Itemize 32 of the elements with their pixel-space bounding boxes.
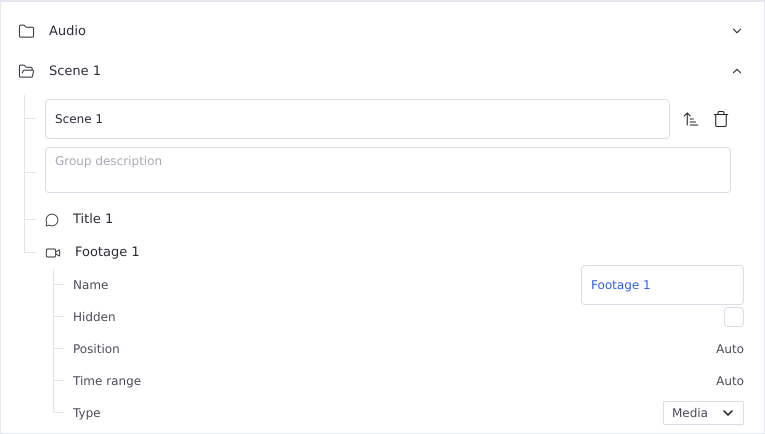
group-name: Scene 1 xyxy=(49,64,102,78)
property-label: Position xyxy=(73,342,120,356)
tree-connector xyxy=(53,365,64,381)
name-field[interactable]: Footage 1 xyxy=(581,265,744,305)
property-label: Time range xyxy=(73,374,142,388)
tree-connector xyxy=(24,143,36,173)
tree-item-label[interactable]: Title 1 xyxy=(73,212,114,227)
group-header[interactable]: Scene 1 xyxy=(18,51,744,91)
tree-connector xyxy=(53,333,64,349)
type-select[interactable]: Media xyxy=(662,401,744,425)
tree-connector xyxy=(53,269,64,285)
tree-connector xyxy=(24,203,36,220)
tree-connector xyxy=(24,95,36,119)
tree-item-label[interactable]: Footage 1 xyxy=(75,245,140,260)
property-label: Type xyxy=(73,406,101,420)
group-header[interactable]: Audio xyxy=(18,11,744,51)
group-name: Audio xyxy=(49,24,87,38)
speech-bubble-icon xyxy=(45,212,59,226)
tree-connector xyxy=(24,236,36,252)
folder-icon xyxy=(18,22,35,40)
property-label: Hidden xyxy=(73,310,116,324)
tree-connector xyxy=(53,397,64,413)
property-label: Name xyxy=(73,278,108,292)
sort-icon[interactable] xyxy=(682,110,700,128)
property-value: Auto xyxy=(716,374,744,388)
trash-icon[interactable] xyxy=(712,110,730,128)
folder-icon xyxy=(18,62,35,80)
description-field[interactable]: Group description xyxy=(45,147,731,193)
property-value: Auto xyxy=(716,342,744,356)
group-name-field[interactable]: Scene 1 xyxy=(45,99,670,139)
hidden-checkbox[interactable] xyxy=(724,307,744,327)
tree-connector xyxy=(53,301,64,317)
